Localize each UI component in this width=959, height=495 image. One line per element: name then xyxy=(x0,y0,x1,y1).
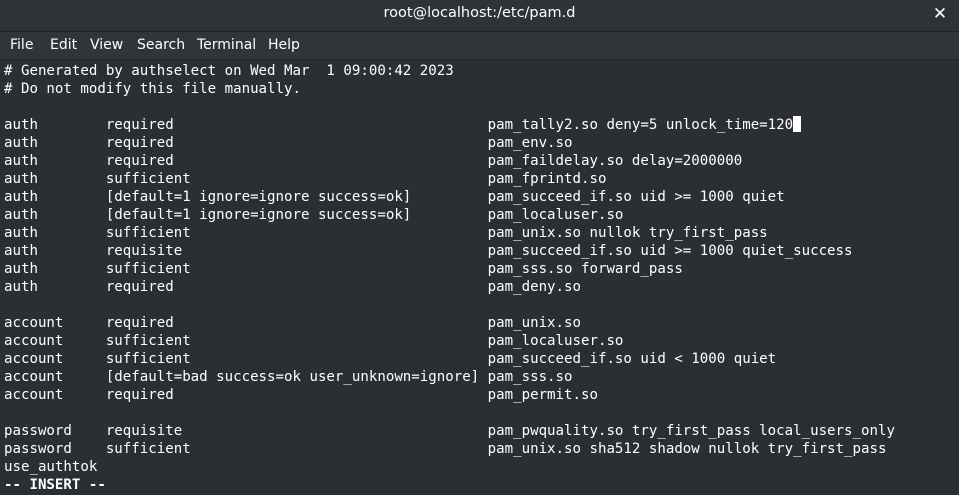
menu-file[interactable]: File xyxy=(10,37,33,53)
window-title: root@localhost:/etc/pam.d xyxy=(383,5,576,21)
terminal-line: auth sufficient pam_fprintd.so xyxy=(4,171,607,187)
terminal-line: auth [default=1 ignore=ignore success=ok… xyxy=(4,207,624,223)
terminal-line: account sufficient pam_localuser.so xyxy=(4,333,624,349)
terminal-line-text: auth required pam_tally2.so deny=5 unloc… xyxy=(4,117,794,133)
terminal-line: auth sufficient pam_unix.so nullok try_f… xyxy=(4,225,768,241)
scrollbar[interactable] xyxy=(947,60,959,495)
terminal-line: auth required pam_faildelay.so delay=200… xyxy=(4,153,743,169)
terminal-line: account [default=bad success=ok user_unk… xyxy=(4,369,573,385)
terminal-line: auth requisite pam_succeed_if.so uid >= … xyxy=(4,243,853,259)
menu-edit[interactable]: Edit xyxy=(50,37,77,53)
terminal-line: password sufficient pam_unix.so sha512 s… xyxy=(4,441,887,457)
menu-help[interactable]: Help xyxy=(268,37,300,53)
terminal-line: account required pam_unix.so xyxy=(4,315,581,331)
menu-bar: File Edit View Search Terminal Help xyxy=(0,32,959,60)
terminal-line: account sufficient pam_succeed_if.so uid… xyxy=(4,351,777,367)
close-icon[interactable]: ✕ xyxy=(929,3,951,25)
menu-view[interactable]: View xyxy=(90,37,123,53)
title-bar: root@localhost:/etc/pam.d ✕ xyxy=(0,0,959,32)
terminal-line: # Do not modify this file manually. xyxy=(4,81,301,97)
terminal-line: # Generated by authselect on Wed Mar 1 0… xyxy=(4,63,454,79)
menu-terminal[interactable]: Terminal xyxy=(197,37,256,53)
terminal-line: auth required pam_deny.so xyxy=(4,279,581,295)
text-cursor xyxy=(793,116,802,132)
terminal-line: password requisite pam_pwquality.so try_… xyxy=(4,423,895,439)
terminal-line: auth sufficient pam_sss.so forward_pass xyxy=(4,261,683,277)
terminal-output[interactable]: # Generated by authselect on Wed Mar 1 0… xyxy=(0,60,959,495)
terminal-line: auth required pam_tally2.so deny=5 unloc… xyxy=(4,116,802,134)
terminal-line: use_authtok xyxy=(4,459,98,475)
terminal-line: auth [default=1 ignore=ignore success=ok… xyxy=(4,189,785,205)
terminal-line: auth required pam_env.so xyxy=(4,135,573,151)
terminal-line: account required pam_permit.so xyxy=(4,387,598,403)
menu-search[interactable]: Search xyxy=(137,37,185,53)
vim-mode-indicator: -- INSERT -- xyxy=(4,477,106,493)
